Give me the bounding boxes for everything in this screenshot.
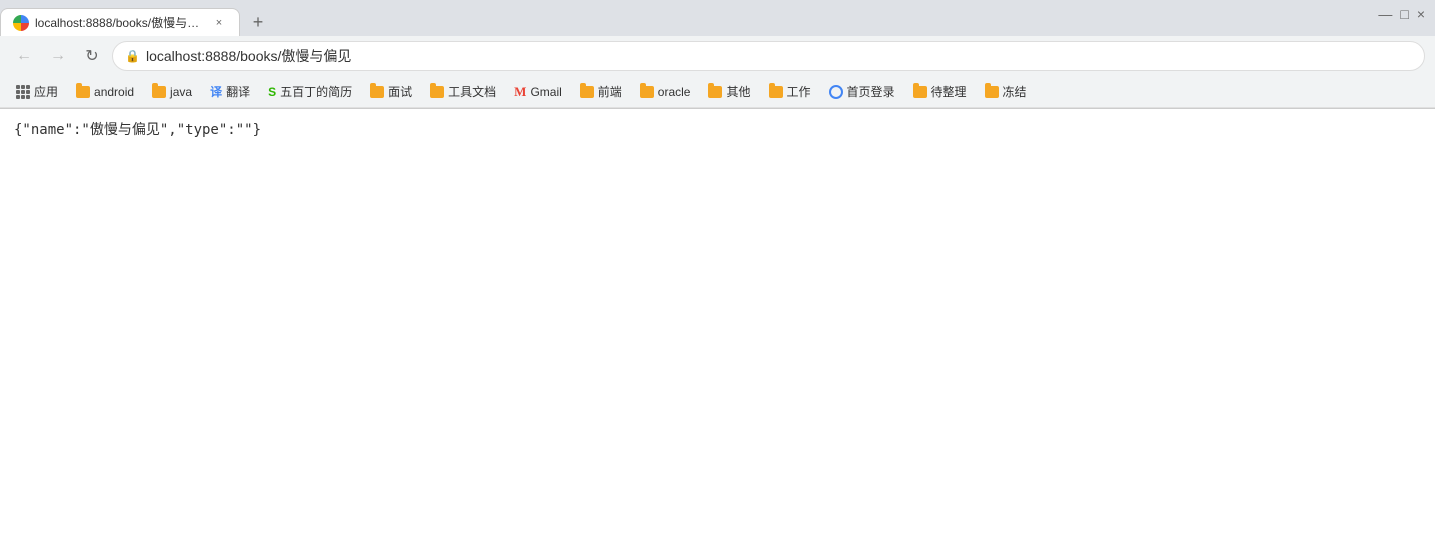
folder-icon: [580, 86, 594, 98]
browser-tab[interactable]: localhost:8888/books/傲慢与偏... ×: [0, 8, 240, 36]
bookmark-frontend[interactable]: 前端: [572, 80, 630, 103]
json-content: {"name":"傲慢与偏见","type":""}: [14, 122, 261, 138]
bookmark-label: 五百丁的简历: [280, 83, 352, 100]
tab-bar-wrapper: localhost:8888/books/傲慢与偏... × + — □ ×: [0, 0, 1435, 36]
apps-icon: [16, 85, 30, 99]
bookmark-label: 待整理: [931, 83, 967, 100]
url-bar[interactable]: 🔒 localhost:8888/books/傲慢与偏见: [112, 41, 1425, 71]
folder-icon: [640, 86, 654, 98]
tab-title: localhost:8888/books/傲慢与偏...: [35, 14, 205, 31]
bookmark-pending[interactable]: 待整理: [905, 80, 975, 103]
bookmark-label: Gmail: [530, 85, 561, 99]
bookmark-label: oracle: [658, 85, 691, 99]
folder-icon: [769, 86, 783, 98]
reload-button[interactable]: ↻: [78, 42, 106, 70]
bookmark-tools[interactable]: 工具文档: [422, 80, 504, 103]
gmail-icon: M: [514, 84, 526, 100]
wuba-icon: S: [268, 85, 276, 99]
bookmark-wuba[interactable]: S 五百丁的简历: [260, 80, 360, 103]
bookmark-label: 其他: [726, 83, 750, 100]
bookmark-work[interactable]: 工作: [761, 80, 819, 103]
window-maximize-button[interactable]: □: [1400, 6, 1408, 22]
bookmark-label: java: [170, 85, 192, 99]
bookmark-label: 翻译: [226, 83, 250, 100]
folder-icon: [370, 86, 384, 98]
folder-icon: [152, 86, 166, 98]
folder-icon: [708, 86, 722, 98]
bookmark-mianshi[interactable]: 面试: [362, 80, 420, 103]
bookmark-homepage[interactable]: 首页登录: [821, 80, 903, 103]
bookmark-label: android: [94, 85, 134, 99]
bookmark-gmail[interactable]: M Gmail: [506, 81, 570, 103]
folder-icon: [913, 86, 927, 98]
bookmark-label: 应用: [34, 83, 58, 100]
bookmark-label: 前端: [598, 83, 622, 100]
url-text: localhost:8888/books/傲慢与偏见: [146, 46, 1412, 66]
page-content: {"name":"傲慢与偏见","type":""}: [0, 109, 1435, 529]
bookmark-label: 工作: [787, 83, 811, 100]
bookmark-label: 首页登录: [847, 83, 895, 100]
bookmark-translate[interactable]: 译翻译: [202, 80, 258, 103]
tab-bar: localhost:8888/books/傲慢与偏... × +: [0, 0, 1435, 36]
bookmarks-bar: 应用 android java 译翻译 S 五百丁的简历 面试 工具文档 M Gmail 前端 ora…: [0, 76, 1435, 108]
back-button[interactable]: ←: [10, 42, 38, 70]
bookmark-java[interactable]: java: [144, 82, 200, 102]
tab-favicon-icon: [13, 15, 29, 31]
bookmark-label: 工具文档: [448, 83, 496, 100]
window-minimize-button[interactable]: —: [1378, 6, 1392, 22]
tab-close-button[interactable]: ×: [211, 15, 227, 31]
translate-icon: 译: [210, 83, 222, 100]
new-tab-button[interactable]: +: [244, 8, 272, 36]
browser-chrome: localhost:8888/books/傲慢与偏... × + — □ × ←…: [0, 0, 1435, 109]
bookmark-oracle[interactable]: oracle: [632, 82, 699, 102]
forward-button[interactable]: →: [44, 42, 72, 70]
bookmark-other[interactable]: 其他: [700, 80, 758, 103]
lock-icon: 🔒: [125, 49, 140, 63]
bookmark-label: 冻结: [1003, 83, 1027, 100]
bookmark-frozen[interactable]: 冻结: [977, 80, 1035, 103]
window-close-button[interactable]: ×: [1417, 6, 1425, 22]
window-controls: — □ ×: [1378, 6, 1425, 22]
address-bar: ← → ↻ 🔒 localhost:8888/books/傲慢与偏见: [0, 36, 1435, 76]
bookmark-label: 面试: [388, 83, 412, 100]
bookmark-apps[interactable]: 应用: [8, 80, 66, 103]
folder-icon: [76, 86, 90, 98]
folder-icon: [985, 86, 999, 98]
bookmark-android[interactable]: android: [68, 82, 142, 102]
globe-icon: [829, 85, 843, 99]
folder-icon: [430, 86, 444, 98]
